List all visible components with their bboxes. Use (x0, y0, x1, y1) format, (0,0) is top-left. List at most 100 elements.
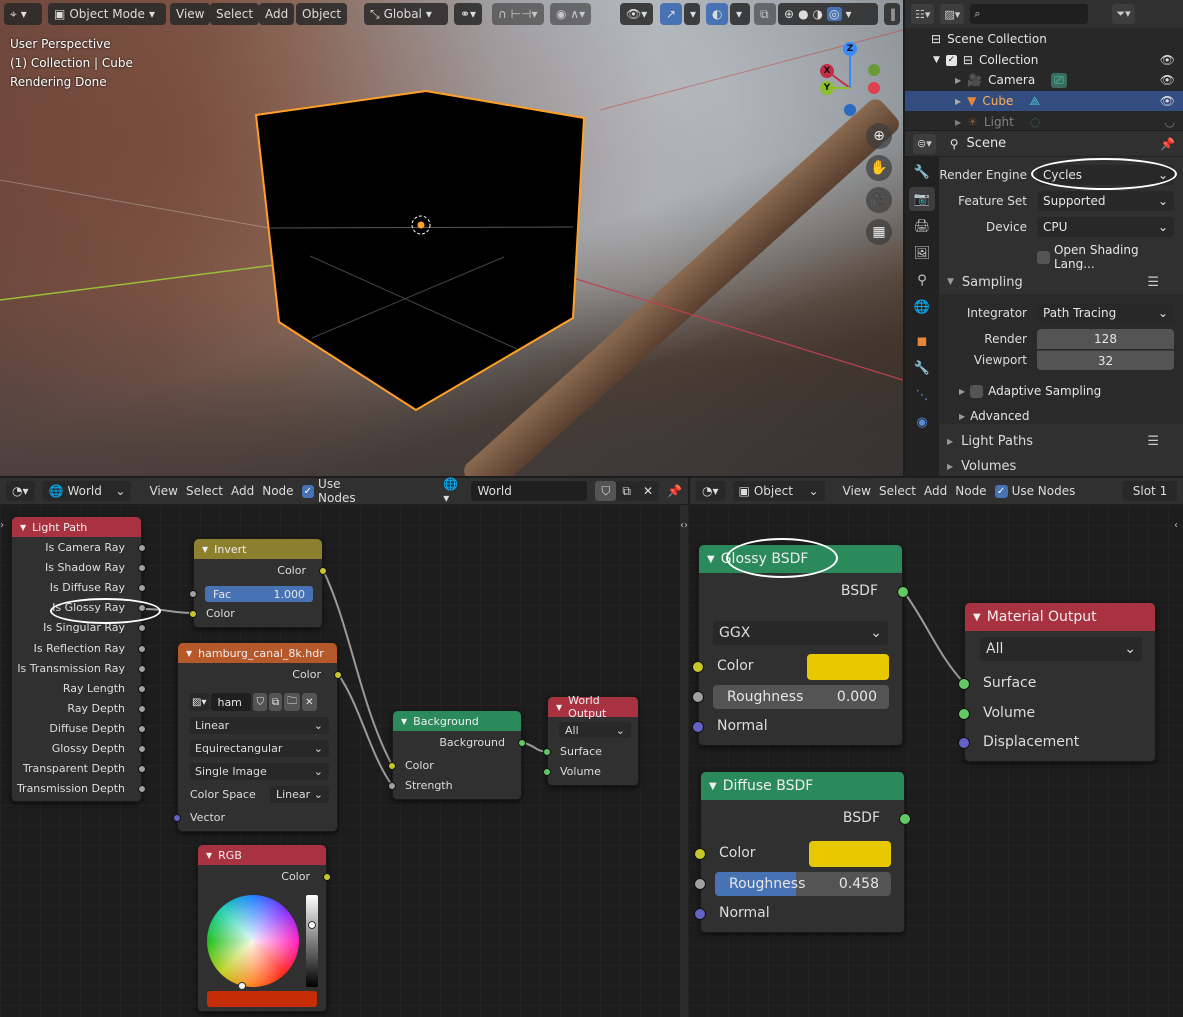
color-swatch[interactable] (809, 841, 891, 867)
image-name-field[interactable]: ham (211, 693, 252, 711)
visibility-button[interactable]: 👁▾ (620, 3, 654, 25)
view-layer-tab-icon[interactable]: 🖼 (909, 241, 935, 265)
shader-type-dropdown[interactable]: ▣ Object ⌄ (732, 481, 825, 501)
interpolation-dropdown[interactable]: Linear ⌄ (189, 717, 329, 734)
axis-neg-z[interactable] (844, 104, 856, 116)
socket-vector-input[interactable] (173, 814, 181, 822)
collapse-arrow-icon[interactable]: ▼ (973, 612, 981, 623)
expand-arrow-icon[interactable]: ▼ (933, 55, 940, 65)
close-icon[interactable]: ✕ (636, 481, 660, 501)
socket-surface-input[interactable] (958, 678, 970, 690)
color-wheel-cursor[interactable] (238, 982, 246, 990)
expand-arrow-icon[interactable]: ▶ (955, 118, 961, 127)
duplicate-icon[interactable]: ⧉ (268, 693, 283, 711)
editor-type-button[interactable]: ⌖ ▾ (4, 3, 42, 25)
eye-closed-icon[interactable]: ◡ (1165, 115, 1175, 129)
camera-data-icon[interactable]: ⎚ (1051, 72, 1067, 88)
folder-icon[interactable]: 🗀 (284, 693, 301, 711)
outliner-item-cube[interactable]: ▶ ▼ Cube ⟁ 👁 (905, 91, 1183, 111)
light-path-output-socket[interactable] (138, 704, 146, 713)
volumes-panel-header[interactable]: ▶ Volumes (939, 454, 1183, 478)
socket-color-input[interactable] (692, 661, 704, 673)
outliner-item-scene-collection[interactable]: ⊟ Scene Collection (905, 29, 1183, 49)
osl-checkbox-row[interactable]: Open Shading Lang... (1037, 243, 1183, 271)
node-header[interactable]: ▼ Material Output (965, 603, 1155, 631)
node-invert[interactable]: ▼ Invert Color Fac 1.000 Color (189, 538, 327, 628)
world-name-field[interactable]: World (471, 481, 588, 501)
pin-icon[interactable]: 📌 (667, 484, 682, 498)
light-path-output-socket[interactable] (138, 724, 146, 733)
socket-fac-input[interactable] (189, 590, 197, 598)
node-header[interactable]: ▼ Light Path (12, 517, 141, 537)
collapse-arrow-icon[interactable]: ▼ (556, 703, 562, 712)
light-path-output-socket[interactable] (138, 544, 146, 552)
node-environment-texture[interactable]: ▼ hamburg_canal_8k.hdr Color ▨▾ ham ⛉ ⧉ 🗀… (173, 642, 342, 832)
proportional-edit-button[interactable]: ◉ ∧▾ (550, 3, 592, 25)
mesh-data-icon[interactable]: ⟁ (1029, 94, 1040, 109)
target-dropdown[interactable]: All ⌄ (559, 722, 631, 738)
outliner-item-camera[interactable]: ▶ 🎥 Camera ⎚ 👁 (905, 70, 1183, 90)
axis-z[interactable]: Z (843, 42, 857, 56)
node-header[interactable]: ▼ World Output (548, 694, 638, 720)
node-diffuse-bsdf[interactable]: ▼ Diffuse BSDF BSDF Color Roughness 0.458 … (694, 771, 911, 933)
menu-node[interactable]: Node (955, 484, 986, 498)
node-header[interactable]: ▼ Diffuse BSDF (701, 772, 904, 800)
snap-button[interactable]: ∩ ⊢⊣▾ (492, 3, 544, 25)
particles-tab-icon[interactable]: ⋱ (909, 383, 935, 407)
sidebar-toggle[interactable]: ‖ (884, 3, 900, 25)
socket-normal-input[interactable] (692, 721, 704, 733)
shader-type-dropdown[interactable]: 🌐 World ⌄ (42, 481, 132, 501)
menu-select[interactable]: Select (879, 484, 916, 498)
node-header[interactable]: ▼ RGB (198, 845, 326, 865)
node-header[interactable]: ▼ Invert (194, 539, 322, 559)
menu-add[interactable]: Add (259, 3, 295, 25)
overlay-dropdown[interactable]: ▾ (730, 3, 750, 25)
fake-user-icon[interactable]: ⛉ (595, 481, 617, 501)
adaptive-sampling-checkbox[interactable] (970, 384, 984, 398)
light-path-output-socket[interactable] (138, 664, 146, 673)
socket-bsdf-output[interactable] (897, 586, 909, 598)
roughness-slider[interactable]: Roughness 0.458 (715, 872, 891, 896)
collapse-arrow-icon[interactable]: ▼ (709, 781, 717, 792)
wireframe-shading-icon[interactable]: ⊕ (784, 7, 794, 21)
gizmo-toggle[interactable]: ↗ (660, 3, 682, 25)
viewport-samples-field[interactable]: 32 (1037, 350, 1174, 370)
use-nodes-toggle[interactable]: ✓ Use Nodes (301, 477, 380, 505)
toolbar-expand-icon[interactable]: › (0, 520, 4, 531)
collapse-arrow-icon[interactable]: ▼ (186, 649, 192, 658)
close-icon[interactable]: ✕ (302, 693, 317, 711)
transform-orientation-dropdown[interactable]: ⤡ Global ▾ (364, 3, 448, 25)
3d-viewport[interactable]: ⌖ ▾ ▣ Object Mode ▾ View Select Add Objec… (0, 0, 903, 476)
eye-icon[interactable]: 👁 (1160, 53, 1175, 67)
slot-dropdown[interactable]: Slot 1 (1123, 481, 1177, 501)
fac-slider[interactable]: Fac 1.000 (205, 586, 313, 602)
pin-icon[interactable]: 📌 (1160, 137, 1175, 151)
color-wheel[interactable] (207, 895, 299, 987)
socket-volume-input[interactable] (958, 708, 970, 720)
device-dropdown[interactable]: CPU ⌄ (1037, 217, 1174, 237)
editor-type-button[interactable]: ◔▾ (6, 481, 35, 501)
scene-tab-icon[interactable]: ⚲ (909, 268, 935, 292)
rendered-shading-icon[interactable]: ◎ (827, 7, 842, 21)
node-light-path[interactable]: ▼ Light Path (11, 516, 142, 802)
menu-node[interactable]: Node (262, 484, 293, 498)
menu-view[interactable]: View (149, 484, 177, 498)
light-path-output-socket[interactable] (138, 745, 146, 753)
adaptive-sampling-subpanel[interactable]: ▶ Adaptive Sampling (959, 384, 1101, 398)
light-path-output-socket[interactable] (138, 644, 146, 653)
socket-normal-input[interactable] (694, 908, 706, 920)
value-slider[interactable] (306, 895, 318, 987)
outliner-item-light[interactable]: ▶ ☀ Light ◌ ◡ (905, 112, 1183, 132)
search-input[interactable]: ⌕ (970, 4, 1089, 24)
outliner-item-collection[interactable]: ▼ ✓ ⊟ Collection 👁 (905, 50, 1183, 70)
sidebar-expand-icon[interactable]: ‹ (1174, 520, 1178, 531)
collapse-arrow-icon[interactable]: ▼ (20, 523, 26, 532)
socket-color-output[interactable] (319, 567, 327, 575)
use-nodes-toggle[interactable]: ✓ Use Nodes (994, 484, 1075, 498)
presets-list-icon[interactable]: ☰ (1147, 434, 1159, 449)
editor-type-button[interactable]: ◔▾ (696, 481, 725, 501)
socket-roughness-input[interactable] (694, 878, 706, 890)
eye-icon[interactable]: 👁 (1160, 73, 1175, 87)
socket-roughness-input[interactable] (692, 691, 704, 703)
target-dropdown[interactable]: All ⌄ (980, 637, 1142, 661)
